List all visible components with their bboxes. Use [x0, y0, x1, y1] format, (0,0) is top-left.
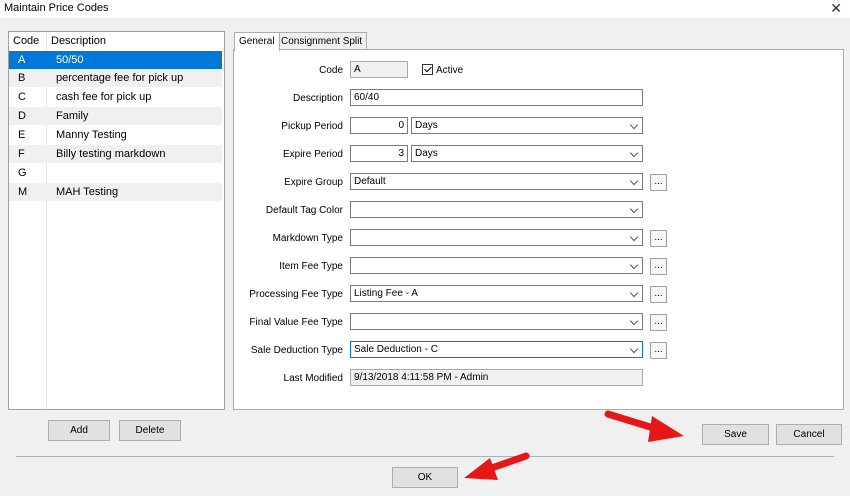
list-header: Code Description	[9, 32, 224, 50]
title-bar: Maintain Price Codes ✕	[0, 0, 850, 18]
expire-period-unit-select[interactable]: Days	[411, 145, 643, 162]
list-item-description: 50/50	[56, 54, 84, 66]
list-item-code: F	[18, 148, 25, 160]
list-item-description: percentage fee for pick up	[56, 72, 184, 84]
tab-consignment-split[interactable]: Consignment Split	[276, 32, 368, 50]
expire-group-label: Expire Group	[284, 177, 343, 188]
window-title: Maintain Price Codes	[4, 2, 109, 14]
final-value-fee-type-label: Final Value Fee Type	[249, 317, 343, 328]
last-modified-label: Last Modified	[283, 373, 343, 384]
code-field: A	[350, 61, 408, 78]
final-value-fee-type-browse-button[interactable]: ...	[650, 314, 667, 331]
description-label: Description	[292, 93, 343, 104]
tab-general[interactable]: General	[234, 32, 280, 51]
list-item-code: D	[18, 110, 26, 122]
close-icon[interactable]: ✕	[830, 0, 842, 17]
final-value-fee-type-select[interactable]	[350, 313, 643, 330]
markdown-type-label: Markdown Type	[272, 233, 343, 244]
list-item-description: Family	[56, 110, 89, 122]
cancel-button[interactable]: Cancel	[776, 424, 842, 445]
description-input[interactable]: 60/40	[350, 89, 643, 106]
list-item-code: C	[18, 91, 26, 103]
sale-deduction-type-label: Sale Deduction Type	[250, 345, 343, 356]
list-item-code: G	[18, 167, 27, 179]
list-item-description: Manny Testing	[56, 129, 127, 141]
column-header-description[interactable]: Description	[51, 35, 106, 47]
item-fee-type-label: Item Fee Type	[279, 261, 343, 272]
arrow-to-ok-icon	[464, 452, 530, 480]
markdown-type-select[interactable]	[350, 229, 643, 246]
active-label[interactable]: Active	[436, 65, 463, 76]
pickup-period-input[interactable]: 0	[350, 117, 408, 134]
list-item-code: A	[18, 54, 26, 66]
default-tag-color-label: Default Tag Color	[265, 205, 343, 216]
arrow-to-save-icon	[604, 410, 684, 442]
markdown-type-browse-button[interactable]: ...	[650, 230, 667, 247]
last-modified-field: 9/13/2018 4:11:58 PM - Admin	[350, 369, 643, 386]
code-label: Code	[319, 65, 343, 76]
processing-fee-type-browse-button[interactable]: ...	[650, 286, 667, 303]
expire-group-browse-button[interactable]: ...	[650, 174, 667, 191]
column-header-code[interactable]: Code	[13, 35, 39, 47]
list-item-description: MAH Testing	[56, 186, 119, 198]
ok-button[interactable]: OK	[392, 467, 458, 488]
list-item-code: B	[18, 72, 26, 84]
divider	[16, 456, 834, 457]
expire-period-label: Expire Period	[282, 149, 343, 160]
add-button[interactable]: Add	[48, 420, 110, 441]
processing-fee-type-label: Processing Fee Type	[249, 289, 343, 300]
default-tag-color-select[interactable]	[350, 201, 643, 218]
save-button[interactable]: Save	[702, 424, 769, 445]
pickup-period-unit-select[interactable]: Days	[411, 117, 643, 134]
delete-button[interactable]: Delete	[119, 420, 181, 441]
pickup-period-label: Pickup Period	[281, 121, 343, 132]
item-fee-type-select[interactable]	[350, 257, 643, 274]
expire-period-input[interactable]: 3	[350, 145, 408, 162]
list-item-description: Billy testing markdown	[56, 148, 166, 160]
processing-fee-type-select[interactable]: Listing Fee - A	[350, 285, 643, 302]
list-item-code: E	[18, 129, 26, 141]
sale-deduction-type-browse-button[interactable]: ...	[650, 342, 667, 359]
sale-deduction-type-select[interactable]: Sale Deduction - C	[350, 341, 643, 358]
expire-group-select[interactable]: Default	[350, 173, 643, 190]
list-item-code: M	[18, 186, 28, 198]
item-fee-type-browse-button[interactable]: ...	[650, 258, 667, 275]
active-checkbox[interactable]	[422, 64, 433, 75]
list-item-description: cash fee for pick up	[56, 91, 152, 103]
